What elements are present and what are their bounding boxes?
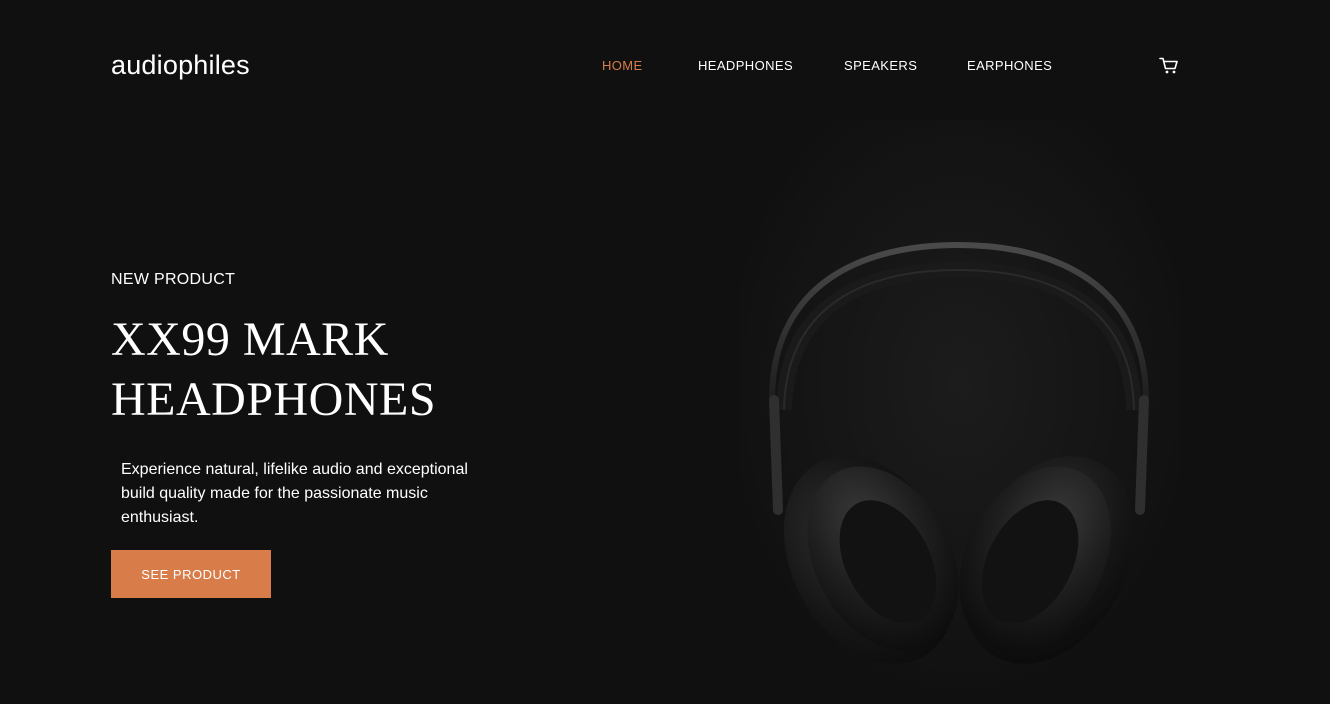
brand-logo[interactable]: audiophiles	[111, 50, 250, 81]
hero-description: Experience natural, lifelike audio and e…	[121, 461, 468, 526]
see-product-button[interactable]: SEE PRODUCT	[111, 550, 271, 598]
hero-title-line-1: XX99 MARK	[111, 313, 389, 366]
headphones-image	[740, 120, 1180, 704]
hero-title: XX99 MARK HEADPHONES	[111, 310, 531, 430]
cart-button[interactable]	[1159, 57, 1179, 75]
nav-link-earphones[interactable]: EARPHONES	[967, 58, 1052, 73]
hero-eyebrow: NEW PRODUCT	[111, 271, 236, 288]
page: audiophiles HOME HEADPHONES SPEAKERS EAR…	[0, 0, 1330, 704]
hero-title-line-2: HEADPHONES	[111, 373, 437, 426]
nav-link-speakers[interactable]: SPEAKERS	[844, 58, 917, 73]
cart-icon	[1159, 57, 1178, 74]
nav-link-home[interactable]: HOME	[602, 58, 643, 73]
nav-link-headphones[interactable]: HEADPHONES	[698, 58, 793, 73]
